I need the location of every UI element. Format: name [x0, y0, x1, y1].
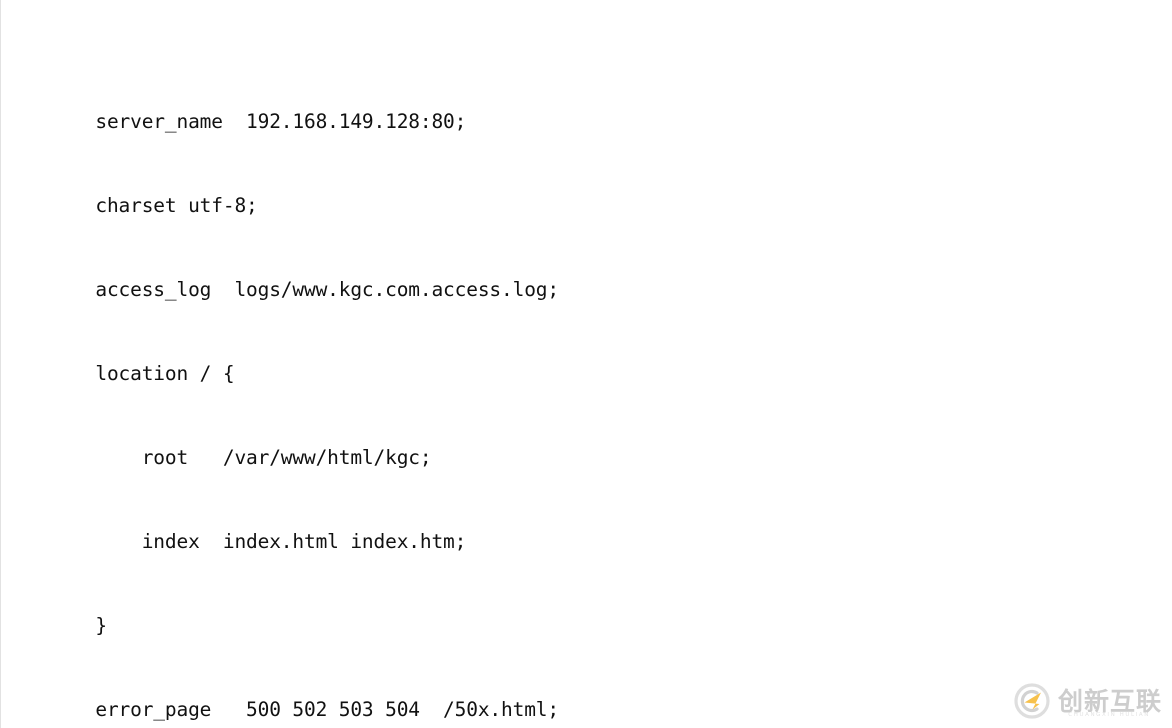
terminal-window[interactable]: server_name 192.168.149.128:80; charset … [0, 0, 1172, 728]
code-line: index index.html index.htm; [49, 530, 467, 553]
code-line: access_log logs/www.kgc.com.access.log; [49, 278, 559, 301]
code-line: } [49, 614, 107, 637]
code-text-area[interactable]: server_name 192.168.149.128:80; charset … [49, 24, 1172, 728]
code-line: location / { [49, 362, 235, 385]
code-line: error_page 500 502 503 504 /50x.html; [49, 698, 559, 721]
code-line: charset utf-8; [49, 194, 258, 217]
code-line: root /var/www/html/kgc; [49, 446, 432, 469]
code-line: server_name 192.168.149.128:80; [49, 110, 467, 133]
